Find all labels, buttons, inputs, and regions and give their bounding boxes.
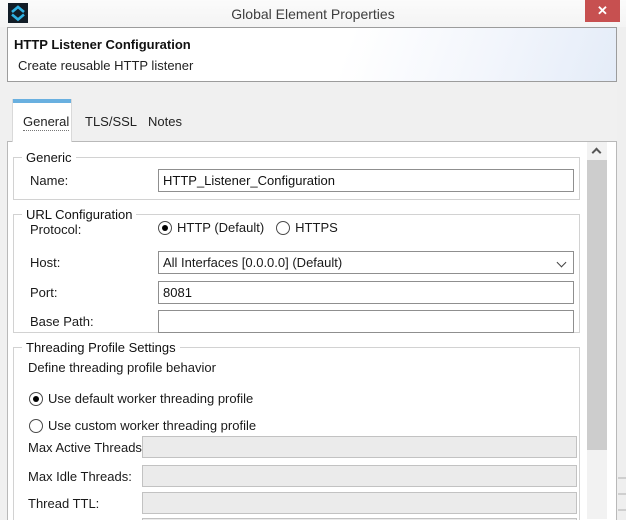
base-path-input[interactable]	[158, 310, 574, 333]
background-window-fragment	[618, 509, 626, 511]
thread-ttl-input	[142, 492, 577, 514]
thread-ttl-label: Thread TTL:	[28, 496, 99, 511]
close-icon: ✕	[597, 3, 608, 19]
port-label: Port:	[30, 285, 57, 300]
close-button[interactable]: ✕	[585, 0, 620, 22]
global-element-properties-dialog: Global Element Properties ✕ HTTP Listene…	[0, 0, 626, 520]
https-radio-label: HTTPS	[295, 220, 338, 235]
default-profile-option: Use default worker threading profile	[29, 391, 253, 406]
name-input[interactable]	[158, 169, 574, 192]
scrollbar-thumb[interactable]	[587, 160, 607, 450]
page-subtitle: Create reusable HTTP listener	[18, 58, 193, 73]
port-input[interactable]	[158, 281, 574, 304]
tab-general[interactable]: General	[12, 99, 72, 142]
background-window-fragment	[618, 493, 626, 495]
active-tab-accent-bar	[13, 99, 71, 103]
http-radio-label: HTTP (Default)	[177, 220, 264, 235]
tab-notes-label: Notes	[148, 114, 182, 129]
group-url-legend: URL Configuration	[22, 207, 136, 222]
base-path-label: Base Path:	[30, 314, 94, 329]
https-radio[interactable]	[276, 221, 290, 235]
chevron-down-icon	[557, 258, 567, 268]
max-idle-threads-label: Max Idle Threads:	[28, 469, 132, 484]
tab-tls-ssl[interactable]: TLS/SSL	[85, 99, 133, 141]
default-profile-label: Use default worker threading profile	[48, 391, 253, 406]
default-profile-radio[interactable]	[29, 392, 43, 406]
tab-general-label: General	[23, 114, 69, 131]
tab-notes[interactable]: Notes	[148, 99, 188, 141]
max-active-threads-input	[142, 436, 577, 458]
vertical-scrollbar[interactable]	[587, 142, 607, 519]
dialog-header: HTTP Listener Configuration Create reusa…	[7, 27, 617, 82]
window-titlebar: Global Element Properties ✕	[0, 0, 626, 27]
tab-tls-ssl-label: TLS/SSL	[85, 114, 137, 129]
protocol-label: Protocol:	[30, 222, 81, 237]
background-window-fragment	[618, 477, 626, 479]
host-label: Host:	[30, 255, 60, 270]
group-generic-legend: Generic	[22, 150, 76, 165]
chevron-up-icon	[592, 148, 602, 158]
host-selected-value: All Interfaces [0.0.0.0] (Default)	[163, 255, 342, 270]
max-active-threads-label: Max Active Threads:	[28, 440, 146, 455]
custom-profile-label: Use custom worker threading profile	[48, 418, 256, 433]
window-title: Global Element Properties	[0, 6, 626, 22]
http-radio[interactable]	[158, 221, 172, 235]
host-select[interactable]: All Interfaces [0.0.0.0] (Default)	[158, 251, 574, 274]
window-right-edge	[617, 27, 626, 520]
protocol-radio-group: HTTP (Default) HTTPS	[158, 220, 338, 235]
custom-profile-radio[interactable]	[29, 419, 43, 433]
max-idle-threads-input	[142, 465, 577, 487]
scroll-up-button[interactable]	[587, 142, 607, 159]
group-threading-legend: Threading Profile Settings	[22, 340, 180, 355]
page-title: HTTP Listener Configuration	[14, 37, 191, 52]
custom-profile-option: Use custom worker threading profile	[29, 418, 256, 433]
threading-description: Define threading profile behavior	[28, 360, 216, 375]
name-label: Name:	[30, 173, 68, 188]
